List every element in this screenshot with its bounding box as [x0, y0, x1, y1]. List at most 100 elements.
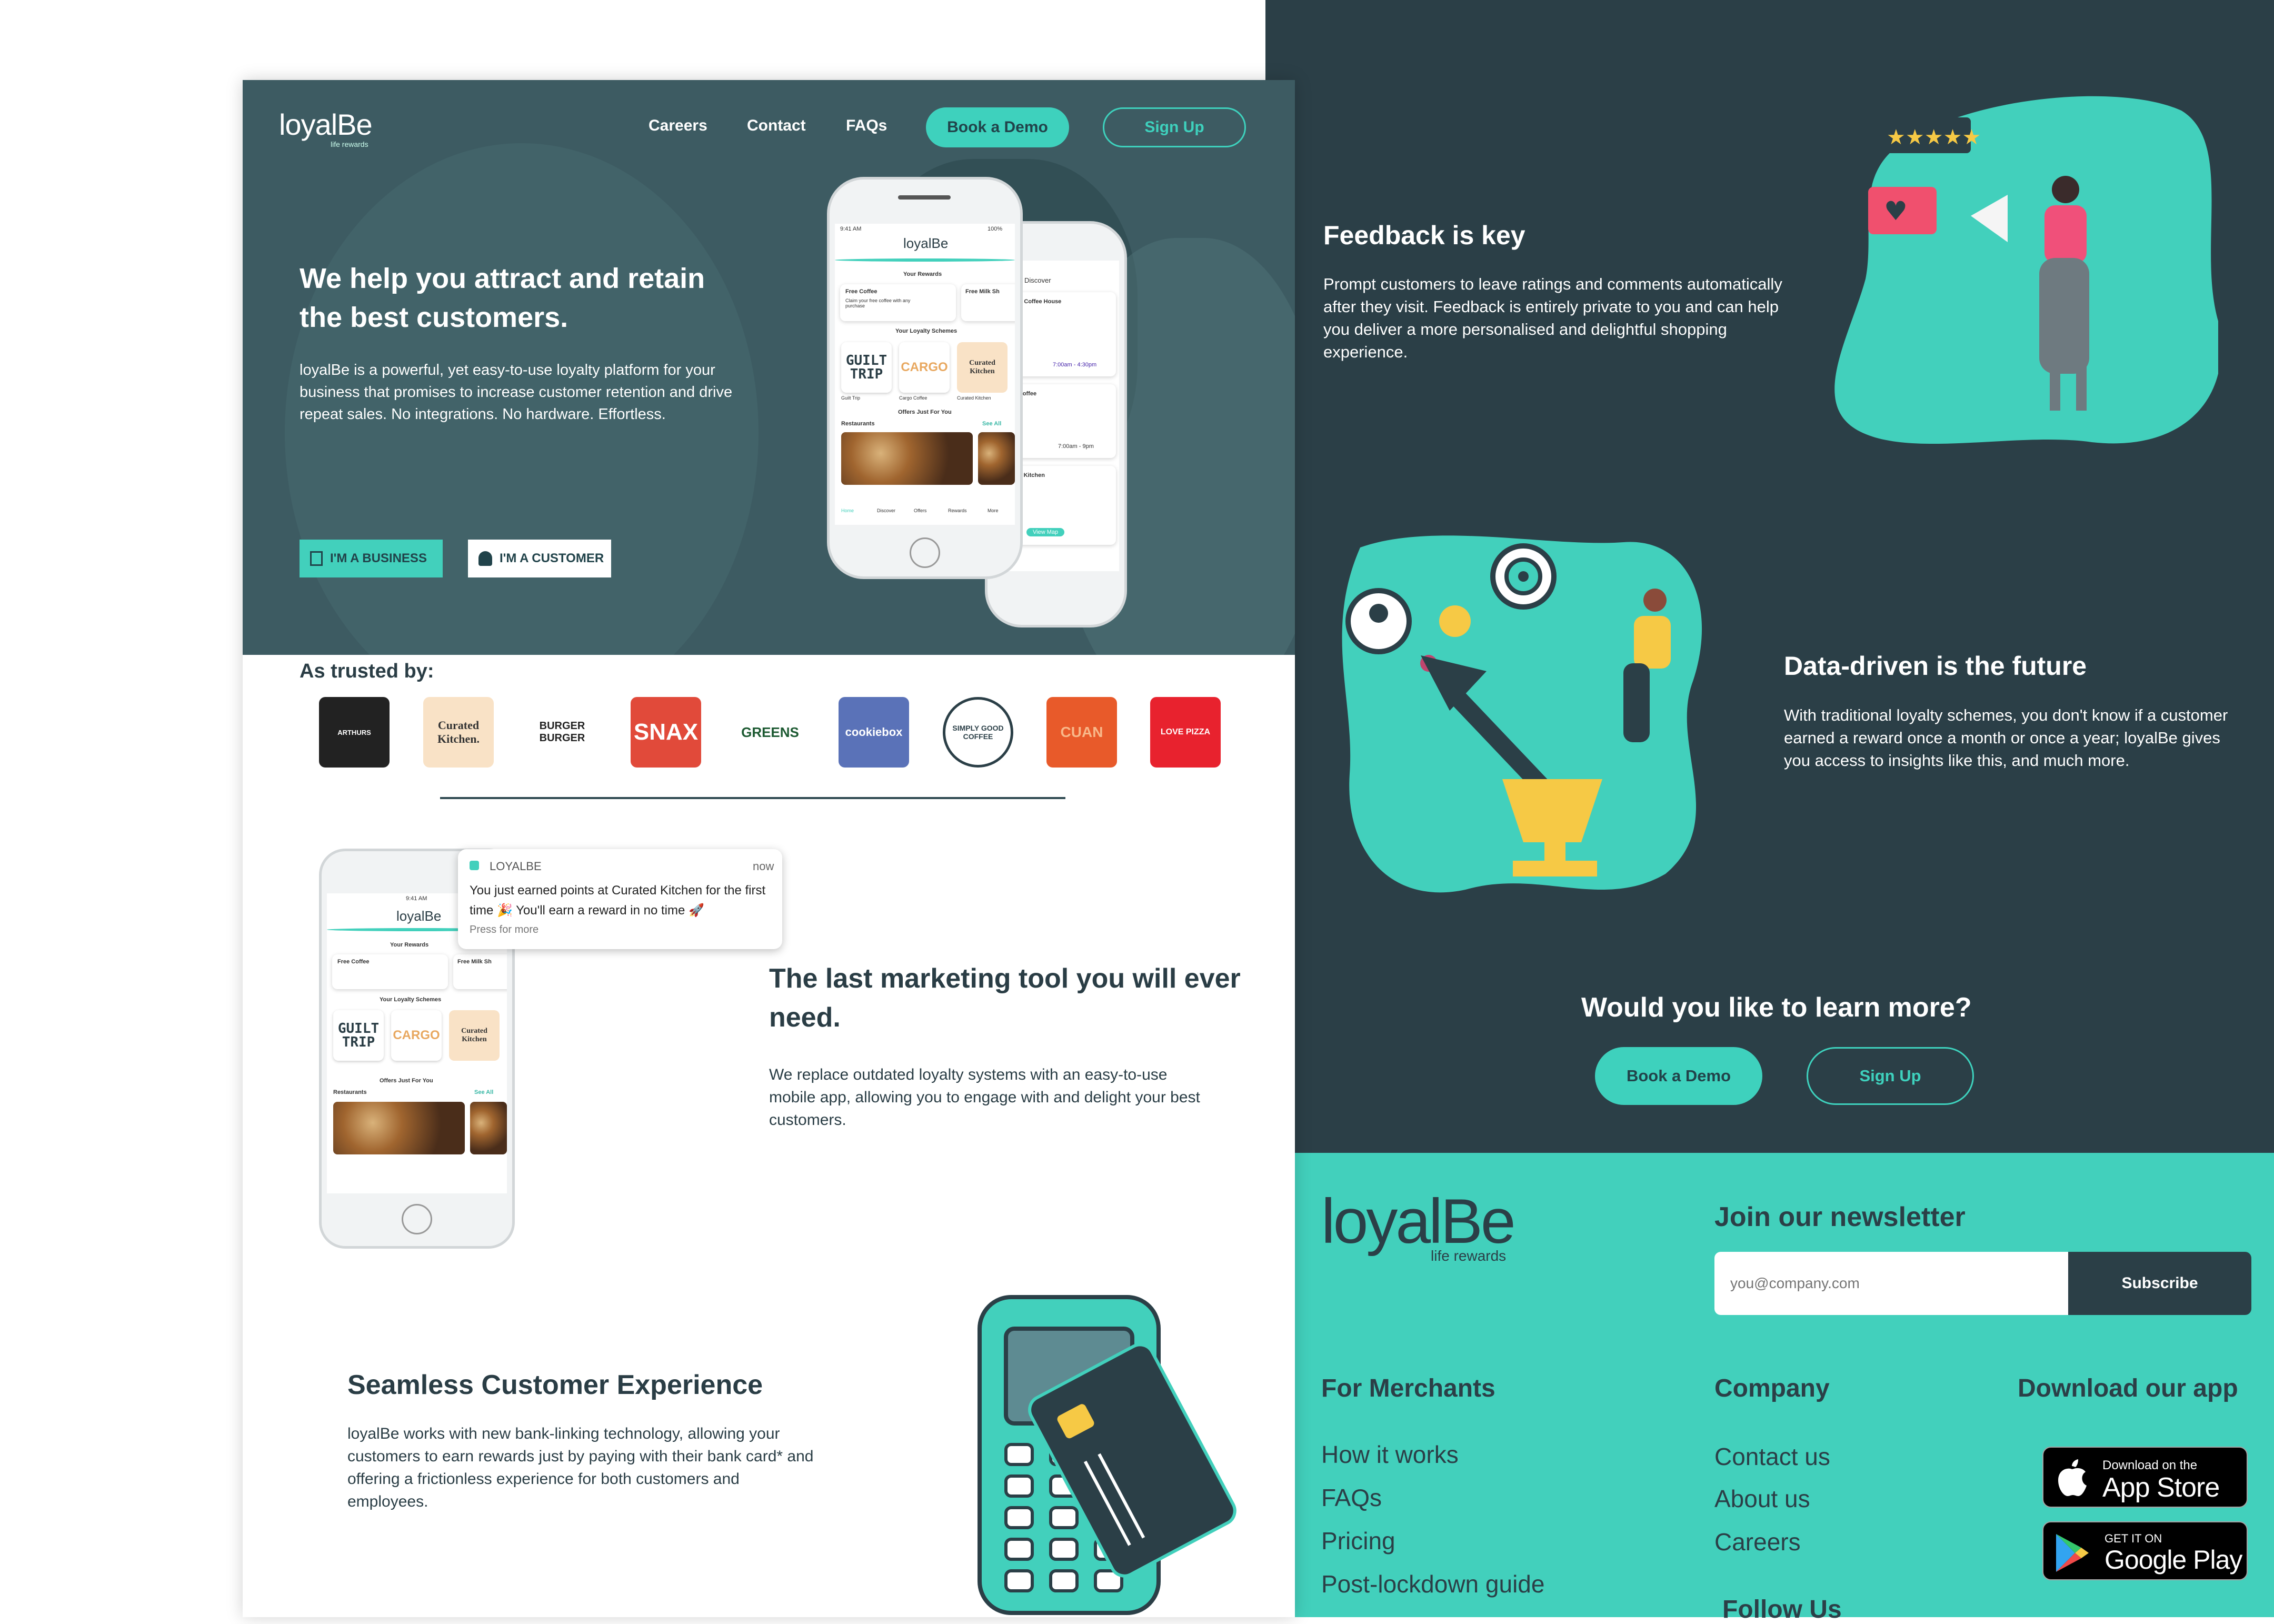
logo-love-pizza: LOVE PIZZA	[1150, 697, 1221, 768]
marketing-see-all-link[interactable]: See All	[474, 1089, 493, 1095]
trusted-heading: As trusted by:	[300, 660, 434, 682]
cargo-label: Cargo Coffee	[899, 395, 927, 401]
card-terminal-illustration	[978, 1295, 1236, 1615]
footer-link-post-lockdown[interactable]: Post-lockdown guide	[1321, 1570, 1544, 1598]
hours-1: 7:00am - 4:30pm	[1053, 362, 1097, 368]
subscribe-button[interactable]: Subscribe	[2068, 1252, 2251, 1315]
marketing-restaurants-heading: Restaurants	[333, 1089, 367, 1095]
marketing-restaurant-image-2[interactable]	[470, 1102, 507, 1154]
app-store-small: Download on the	[2102, 1458, 2198, 1472]
marketing-app-logo: loyalBe	[396, 908, 442, 924]
notification-time: now	[753, 860, 774, 873]
follow-title: Follow Us	[1722, 1596, 1842, 1623]
nav-faqs[interactable]: FAQs	[846, 117, 887, 135]
marketing-schemes-heading: Your Loyalty Schemes	[380, 997, 442, 1003]
feedback-text: Prompt customers to leave ratings and co…	[1323, 275, 1782, 361]
nav-careers[interactable]: Careers	[649, 117, 707, 135]
marketing-phone-time: 9:41 AM	[406, 895, 427, 902]
footer-link-careers[interactable]: Careers	[1714, 1528, 1801, 1556]
svg-text:★★★★★: ★★★★★	[1887, 125, 1981, 150]
google-play-badge[interactable]: GET IT ON Google Play	[2042, 1521, 2248, 1580]
footer-link-faqs[interactable]: FAQs	[1321, 1483, 1382, 1512]
marketing-free-milk: Free Milk Sh	[457, 959, 492, 965]
business-button[interactable]: I'M A BUSINESS	[300, 540, 443, 577]
nav-contact[interactable]: Contact	[747, 117, 806, 135]
logo-cookiebox: cookiebox	[839, 697, 909, 768]
guilt-trip-tile[interactable]: GUILT TRIP	[841, 342, 892, 393]
reward-desc: Claim your free coffee with any purchase	[845, 298, 911, 308]
restaurant-image[interactable]	[841, 432, 973, 485]
marketing-title: The last marketing tool you will ever ne…	[769, 963, 1241, 1033]
app-store-big: App Store	[2102, 1472, 2220, 1503]
logo-cuan: CUAN	[1046, 697, 1117, 768]
restaurants-heading: Restaurants	[841, 421, 875, 427]
footer-link-contact[interactable]: Contact us	[1714, 1442, 1830, 1471]
sign-up-button[interactable]: Sign Up	[1103, 107, 1246, 147]
reward-card-2[interactable]: Free Milk Sh	[961, 284, 1015, 321]
free-coffee: Free Coffee	[845, 288, 877, 295]
cargo-tile[interactable]: CARGO	[899, 342, 950, 393]
apple-icon	[2058, 1459, 2087, 1496]
restaurant-image-2[interactable]	[978, 432, 1015, 485]
google-play-icon	[2056, 1534, 2089, 1572]
marketing-restaurant-image[interactable]	[333, 1102, 465, 1154]
business-button-label: I'M A BUSINESS	[330, 551, 427, 565]
status-battery: 100%	[988, 226, 1003, 232]
view-map-button[interactable]: View Map	[1026, 528, 1065, 536]
rewards-heading: Your Rewards	[903, 271, 942, 277]
marketing-cargo-tile[interactable]: CARGO	[391, 1010, 442, 1061]
building-icon	[310, 551, 323, 566]
footer: loyalBe life rewards Join our newsletter…	[1295, 1153, 2274, 1623]
marketing-reward-card[interactable]: Free Coffee	[332, 954, 448, 989]
marketing-reward-card-2[interactable]: Free Milk Sh	[453, 954, 507, 989]
newsletter-email-input[interactable]	[1714, 1252, 2068, 1315]
marketing-text: We replace outdated loyalty systems with…	[769, 1066, 1200, 1129]
tab-more[interactable]: More	[988, 508, 999, 513]
footer-link-about[interactable]: About us	[1714, 1484, 1810, 1513]
marketing-guilt-trip-tile[interactable]: GUILT TRIP	[333, 1010, 384, 1061]
tab-home[interactable]: Home	[841, 508, 854, 513]
app-logo: loyalBe	[903, 235, 949, 251]
notification-app-name: LOYALBE	[490, 860, 542, 873]
logo-burger-burger: BURGER BURGER	[527, 697, 597, 768]
section-divider	[440, 797, 1065, 799]
curated-tile[interactable]: Curated Kitchen	[957, 342, 1008, 393]
logo-simply-good-coffee: SIMPLY GOOD COFFEE	[943, 697, 1013, 768]
schemes-heading: Your Loyalty Schemes	[895, 328, 958, 334]
newsletter-title: Join our newsletter	[1714, 1202, 1966, 1232]
tab-offers[interactable]: Offers	[914, 508, 926, 513]
push-notification[interactable]: LOYALBE now You just earned points at Cu…	[458, 849, 782, 949]
footer-link-pricing[interactable]: Pricing	[1321, 1527, 1395, 1555]
logo[interactable]: loyalBe life rewards	[279, 107, 373, 148]
hero-title: We help you attract and retain the best …	[300, 263, 705, 333]
marketing-free-coffee: Free Coffee	[337, 959, 370, 965]
book-demo-button-bottom[interactable]: Book a Demo	[1595, 1047, 1762, 1105]
app-store-badge[interactable]: Download on the App Store	[2042, 1447, 2248, 1508]
hero-phone-front: 9:41 AM 100% loyalBe Your Rewards Free C…	[827, 177, 1023, 579]
tab-discover[interactable]: Discover	[877, 508, 895, 513]
notification-text: You just earned points at Curated Kitche…	[470, 883, 766, 918]
data-driven-illustration	[1342, 535, 1702, 893]
seamless-text: loyalBe works with new bank-linking tech…	[347, 1425, 814, 1510]
footer-logo[interactable]: loyalBe	[1321, 1190, 1516, 1253]
see-all-link[interactable]: See All	[982, 421, 1001, 427]
marketing-home-button-icon	[402, 1204, 432, 1234]
marketing-curated-tile[interactable]: Curated Kitchen	[449, 1010, 500, 1061]
hero-section: loyalBe life rewards Careers Contact FAQ…	[243, 80, 1295, 655]
seamless-title: Seamless Customer Experience	[347, 1370, 763, 1400]
marketing-rewards-heading: Your Rewards	[390, 942, 429, 948]
status-time: 9:41 AM	[840, 226, 862, 232]
data-driven-text: With traditional loyalty schemes, you do…	[1784, 706, 2228, 770]
footer-link-how-it-works[interactable]: How it works	[1321, 1440, 1459, 1469]
customer-button[interactable]: I'M A CUSTOMER	[468, 540, 611, 577]
google-play-big: Google Play	[2105, 1545, 2242, 1575]
sign-up-button-bottom[interactable]: Sign Up	[1807, 1047, 1974, 1105]
footer-logo-sub: life rewards	[1431, 1248, 1507, 1264]
reward-card[interactable]: Free Coffee Claim your free coffee with …	[840, 284, 956, 321]
book-demo-button[interactable]: Book a Demo	[926, 107, 1069, 147]
merchants-title: For Merchants	[1321, 1374, 1495, 1402]
tab-rewards[interactable]: Rewards	[948, 508, 967, 513]
offers-heading: Offers Just For You	[898, 409, 952, 415]
logo-snax: SNAX	[631, 697, 701, 768]
logo-text: loyalBe	[279, 108, 373, 141]
